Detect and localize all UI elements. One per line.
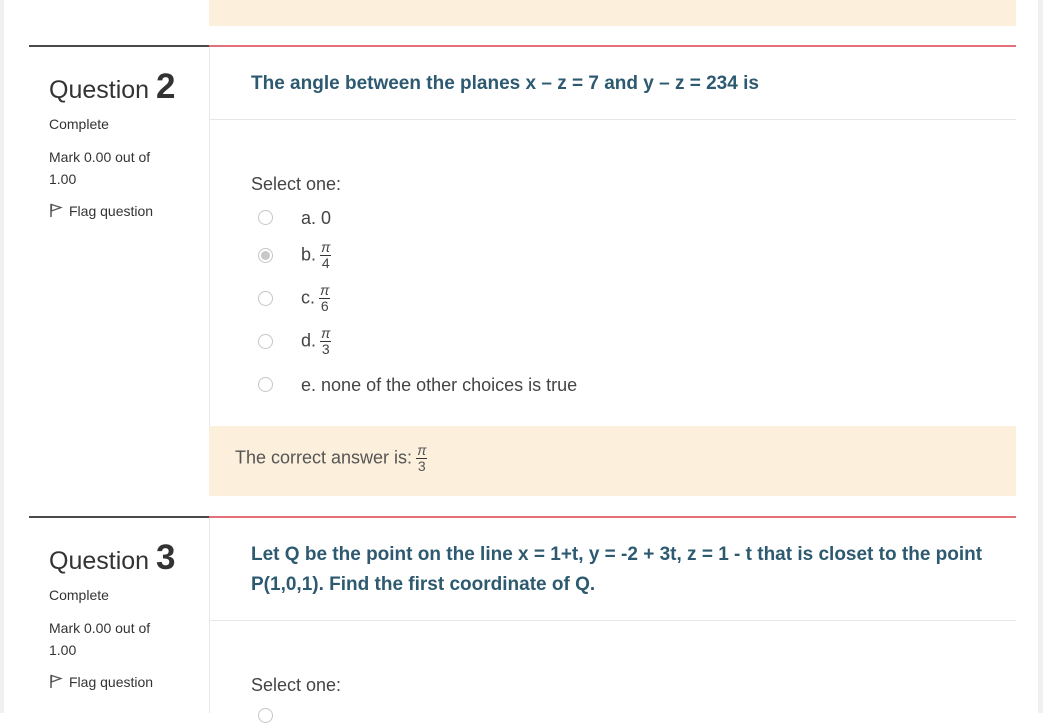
- fraction-numerator: π: [416, 442, 428, 459]
- option-fraction: π3: [320, 325, 332, 357]
- option-c-radio[interactable]: [258, 291, 273, 306]
- page-right-border: [1038, 0, 1043, 713]
- option-letter: c.: [301, 287, 316, 308]
- option-e-radio[interactable]: [258, 377, 273, 392]
- option-letter: a.: [301, 208, 317, 228]
- option-value: none of the other choices is true: [321, 375, 578, 395]
- question-number: 3: [156, 538, 176, 577]
- option-b-radio[interactable]: [258, 248, 273, 263]
- option-d-radio[interactable]: [258, 334, 273, 349]
- fraction-denominator: 4: [321, 255, 330, 271]
- question-2-content-separator: [209, 45, 1016, 47]
- fraction-denominator: 6: [320, 298, 329, 314]
- question-number: 2: [156, 67, 176, 106]
- answer-option-c[interactable]: c. π 6: [258, 282, 958, 314]
- select-one-prompt: Select one:: [251, 174, 342, 194]
- flag-question-link[interactable]: Flag question: [49, 203, 153, 219]
- flag-icon: [50, 674, 63, 688]
- option-e-label[interactable]: e. none of the other choices is true: [301, 375, 577, 396]
- option-letter: e.: [301, 375, 317, 395]
- question-state: Complete: [49, 116, 109, 132]
- flag-question-link[interactable]: Flag question: [49, 674, 153, 690]
- previous-question-feedback: [209, 0, 1016, 26]
- fraction-denominator: 3: [417, 458, 426, 474]
- option-fraction: π4: [320, 239, 332, 271]
- answer-option-a[interactable]: a. 0: [258, 203, 958, 233]
- flag-question-label: Flag question: [69, 674, 154, 690]
- correct-answer-feedback: The correct answer is: π 3: [209, 426, 1016, 496]
- page-left-border: [0, 0, 4, 713]
- flag-question-label: Flag question: [69, 203, 154, 219]
- answer-option-d[interactable]: d. π 3: [258, 325, 958, 357]
- fraction-numerator: π: [320, 325, 332, 342]
- question-title-word: Question: [49, 547, 150, 575]
- question-3-text: Let Q be the point on the line x = 1+t, …: [251, 544, 983, 595]
- option-fraction: π6: [319, 282, 331, 314]
- question-2-text: The angle between the planes x – z = 7 a…: [251, 73, 759, 94]
- option-a-label[interactable]: a. 0: [301, 208, 331, 229]
- question-3-title: Question 3: [49, 538, 175, 578]
- question-3-info-separator: [29, 516, 209, 518]
- question-3-text-separator: [209, 620, 1016, 621]
- question-3-divider: [209, 518, 210, 713]
- option-d-label[interactable]: d. π 3: [301, 325, 332, 357]
- answer-option-e[interactable]: e. none of the other choices is true: [258, 370, 958, 400]
- fraction-numerator: π: [319, 282, 331, 299]
- option-c-label[interactable]: c. π 6: [301, 282, 331, 314]
- correct-answer-text: The correct answer is: π 3: [235, 442, 428, 474]
- flag-icon: [50, 203, 63, 217]
- fraction-denominator: 3: [321, 341, 330, 357]
- correct-answer-label: The correct answer is:: [235, 447, 413, 468]
- option-value: 0: [321, 208, 332, 228]
- correct-answer-fraction: π3: [416, 442, 428, 474]
- option-b-label[interactable]: b. π 4: [301, 239, 332, 271]
- answer-option-b[interactable]: b. π 4: [258, 239, 958, 271]
- question-2-title: Question 2: [49, 67, 175, 107]
- question-mark: Mark 0.00 out of 1.00: [49, 149, 151, 187]
- fraction-numerator: π: [320, 239, 332, 256]
- option-letter: d.: [301, 330, 317, 351]
- select-one-prompt: Select one:: [251, 675, 342, 695]
- question-2-info-separator: [29, 45, 209, 47]
- question-mark: Mark 0.00 out of 1.00: [49, 620, 151, 658]
- question-3-content-separator: [209, 516, 1016, 518]
- option-letter: b.: [301, 244, 317, 265]
- question-2-text-separator: [209, 119, 1016, 120]
- option-a-radio[interactable]: [258, 708, 273, 723]
- question-state: Complete: [49, 587, 109, 603]
- question-2-divider: [209, 47, 210, 426]
- question-title-word: Question: [49, 76, 150, 104]
- option-a-radio[interactable]: [258, 210, 273, 225]
